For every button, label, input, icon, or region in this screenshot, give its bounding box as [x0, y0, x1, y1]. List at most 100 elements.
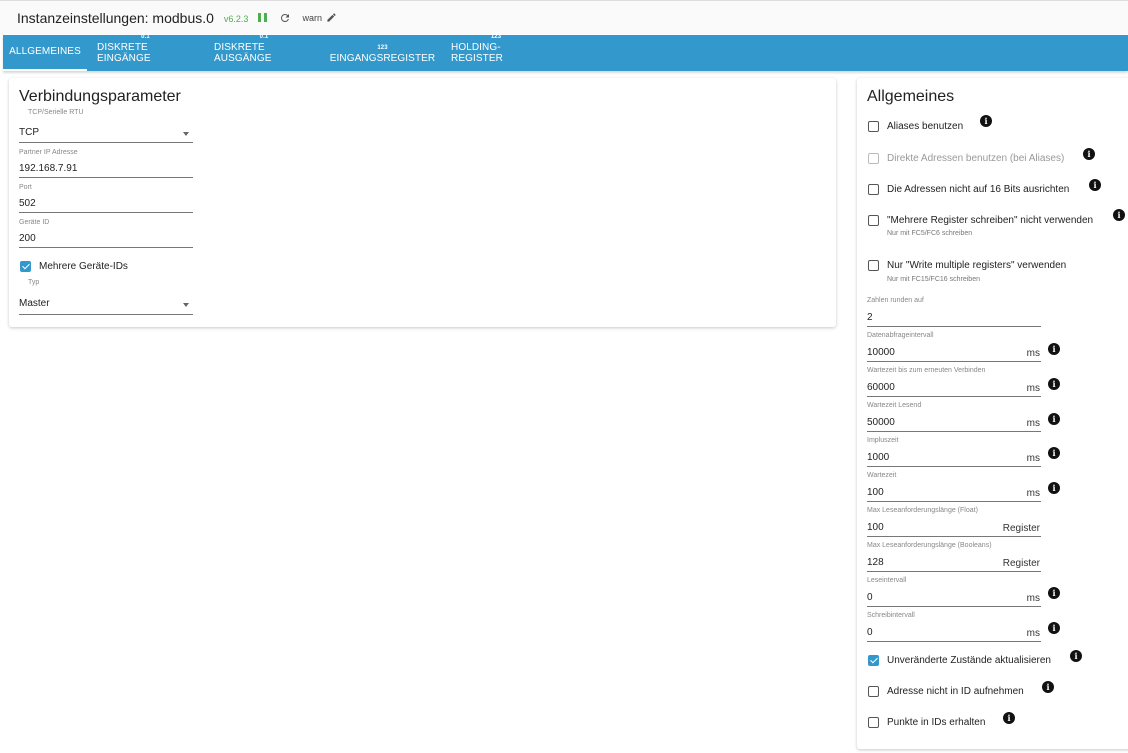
- field-value: TCP: [19, 127, 39, 138]
- pause-icon[interactable]: [258, 13, 268, 22]
- field-underline: [19, 212, 193, 213]
- field-label: Max Leseanforderungslänge (Booleans): [867, 542, 992, 549]
- field-label: Typ: [28, 279, 40, 286]
- field-underline: [867, 571, 1041, 572]
- field-unit: ms: [1026, 488, 1040, 499]
- aliases-label: Aliases benutzen: [887, 121, 964, 132]
- numbers-icon: 123: [490, 34, 502, 40]
- pulse-time-input[interactable]: Impluszeit 1000 ms: [867, 437, 1041, 467]
- field-label: Geräte ID: [19, 219, 50, 226]
- field-label: Partner IP Adresse: [19, 149, 78, 156]
- connection-type-select[interactable]: TCP/Serielle RTU TCP: [19, 109, 193, 143]
- dropdown-arrow-icon: [183, 132, 189, 136]
- mode-type-select[interactable]: Typ Master: [19, 279, 193, 315]
- tab-allgemeines[interactable]: ALLGEMEINES: [3, 35, 87, 71]
- read-timeout-input[interactable]: Wartezeit Lesend 50000 ms: [867, 402, 1041, 432]
- info-icon[interactable]: i: [1083, 148, 1095, 160]
- field-value: Master: [19, 298, 50, 309]
- field-unit: ms: [1026, 383, 1040, 394]
- update-unchanged-checkbox[interactable]: [868, 655, 879, 666]
- tab-bar: ALLGEMEINES 0.1 DISKRETE EINGÄNGE 0.1 DI…: [3, 34, 1128, 71]
- connection-panel: Verbindungsparameter TCP/Serielle RTU TC…: [9, 78, 836, 327]
- numbers-icon: 123: [377, 45, 388, 51]
- field-value: 100: [867, 522, 884, 533]
- reconnect-timeout-input[interactable]: Wartezeit bis zum erneuten Verbinden 600…: [867, 367, 1041, 397]
- field-unit: Register: [1002, 523, 1040, 534]
- info-icon[interactable]: i: [1113, 209, 1125, 221]
- tab-diskrete-ausgaenge[interactable]: 0.1 DISKRETE AUSGÄNGE: [204, 34, 324, 71]
- device-id-input[interactable]: Geräte ID 200: [19, 219, 193, 249]
- info-icon[interactable]: i: [1042, 681, 1054, 693]
- read-interval-input[interactable]: Leseintervall 0 ms: [867, 577, 1041, 607]
- write-interval-input[interactable]: Schreibintervall 0 ms: [867, 612, 1041, 642]
- info-icon[interactable]: i: [1070, 650, 1082, 662]
- tab-diskrete-eingaenge[interactable]: 0.1 DISKRETE EINGÄNGE: [87, 34, 204, 71]
- general-panel: Allgemeines Aliases benutzen i Direkte A…: [857, 78, 1128, 749]
- direct-addresses-checkbox[interactable]: [868, 153, 879, 164]
- info-icon[interactable]: i: [1048, 482, 1060, 494]
- info-icon[interactable]: i: [980, 115, 992, 127]
- max-read-float-input[interactable]: Max Leseanforderungslänge (Float) 100 Re…: [867, 507, 1041, 537]
- update-unchanged-label: Unveränderte Zustände aktualisieren: [887, 655, 1051, 666]
- no-multi-write-checkbox[interactable]: [868, 215, 879, 226]
- info-icon[interactable]: i: [1048, 378, 1060, 390]
- field-label: Wartezeit: [867, 472, 897, 479]
- field-value: 128: [867, 557, 884, 568]
- no-multi-write-help: Nur mit FC5/FC6 schreiben: [887, 230, 973, 237]
- page-title: Instanzeinstellungen: modbus.0: [17, 9, 214, 26]
- info-icon[interactable]: i: [1048, 343, 1060, 355]
- no-multi-write-label: "Mehrere Register schreiben" nicht verwe…: [887, 215, 1094, 226]
- field-value: 192.168.7.91: [19, 163, 78, 174]
- tab-label: EINGANGSREGISTER: [329, 53, 436, 64]
- max-read-boolean-input[interactable]: Max Leseanforderungslänge (Booleans) 128…: [867, 542, 1041, 572]
- field-label: Datenabfrageintervall: [867, 332, 934, 339]
- tab-label: DISKRETE AUSGÄNGE: [214, 42, 272, 64]
- instance-settings-window: Instanzeinstellungen: modbus.0 v6.2.3 wa…: [0, 0, 1128, 753]
- field-label: Impluszeit: [867, 437, 899, 444]
- field-value: 0: [867, 627, 873, 638]
- field-unit: Register: [1002, 558, 1040, 569]
- round-numbers-input[interactable]: Zahlen runden auf 2: [867, 297, 1041, 327]
- info-icon[interactable]: i: [1048, 587, 1060, 599]
- reload-icon[interactable]: [279, 12, 291, 24]
- info-icon[interactable]: i: [1048, 622, 1060, 634]
- wait-time-input[interactable]: Wartezeit 100 ms: [867, 472, 1041, 502]
- info-icon[interactable]: i: [1048, 413, 1060, 425]
- field-underline: [19, 177, 193, 178]
- field-value: 50000: [867, 417, 895, 428]
- info-icon[interactable]: i: [1089, 179, 1101, 191]
- field-label: Zahlen runden auf: [867, 297, 924, 304]
- port-input[interactable]: Port 502: [19, 184, 193, 214]
- field-value: 100: [867, 487, 884, 498]
- title-bar: Instanzeinstellungen: modbus.0 v6.2.3 wa…: [0, 0, 1128, 34]
- field-unit: ms: [1026, 453, 1040, 464]
- no-address-in-id-checkbox[interactable]: [868, 686, 879, 697]
- field-underline: [867, 501, 1041, 502]
- field-label: Schreibintervall: [867, 612, 915, 619]
- binary-icon: 0.1: [259, 34, 269, 40]
- multi-device-ids-checkbox[interactable]: [20, 261, 31, 272]
- field-label: Max Leseanforderungslänge (Float): [867, 507, 978, 514]
- field-value: 60000: [867, 382, 895, 393]
- no-16bit-align-checkbox[interactable]: [868, 184, 879, 195]
- info-icon[interactable]: i: [1003, 712, 1015, 724]
- keep-dots-in-ids-checkbox[interactable]: [868, 717, 879, 728]
- field-value: 10000: [867, 347, 895, 358]
- only-multi-write-checkbox[interactable]: [868, 260, 879, 271]
- field-underline: [867, 606, 1041, 607]
- edit-icon[interactable]: [326, 12, 337, 23]
- tab-label: HOLDING-REGISTER: [451, 42, 503, 64]
- aliases-checkbox[interactable]: [868, 121, 879, 132]
- tab-eingangsregister[interactable]: 123 EINGANGSREGISTER: [324, 35, 441, 71]
- general-heading: Allgemeines: [867, 88, 955, 105]
- partner-ip-input[interactable]: Partner IP Adresse 192.168.7.91: [19, 149, 193, 179]
- only-multi-write-label: Nur "Write multiple registers" verwenden: [887, 260, 1067, 271]
- field-label: TCP/Serielle RTU: [28, 109, 84, 116]
- poll-interval-input[interactable]: Datenabfrageintervall 10000 ms: [867, 332, 1041, 362]
- field-value: 1000: [867, 452, 890, 463]
- info-icon[interactable]: i: [1048, 447, 1060, 459]
- field-unit: ms: [1026, 418, 1040, 429]
- field-label: Leseintervall: [867, 577, 907, 584]
- log-level: warn: [302, 12, 322, 23]
- tab-holding-register[interactable]: 123 HOLDING-REGISTER: [441, 34, 551, 71]
